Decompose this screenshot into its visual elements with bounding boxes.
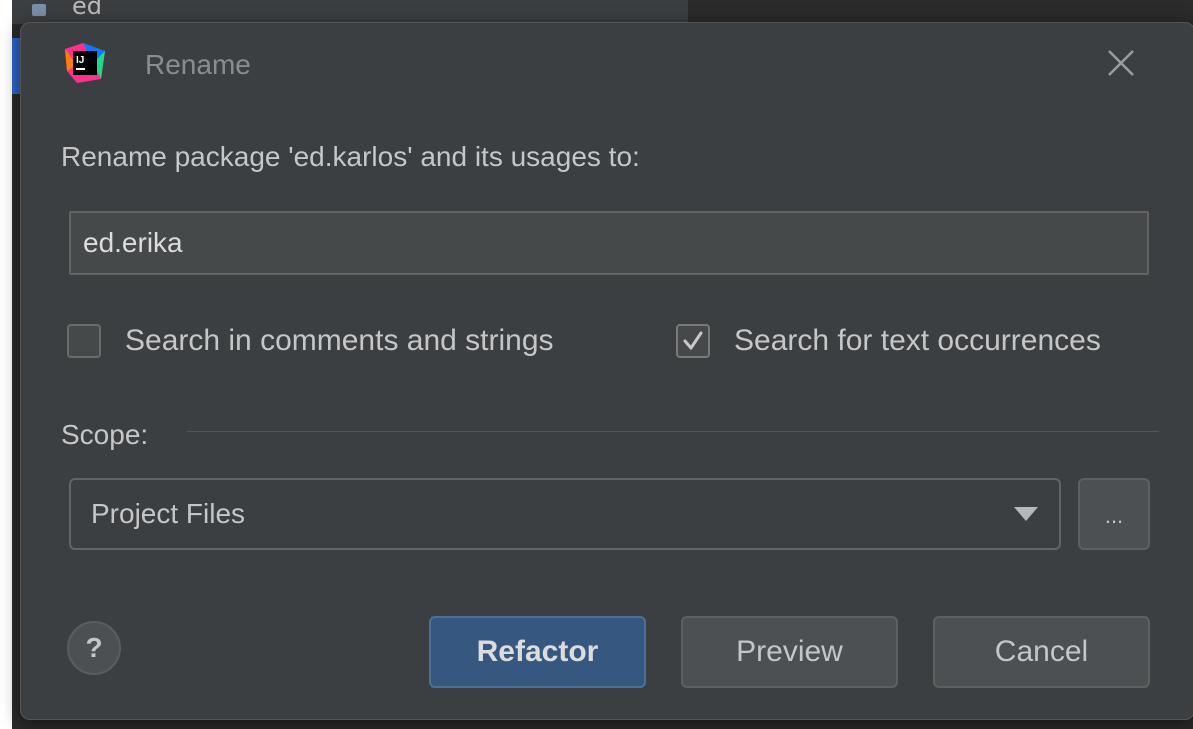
search-comments-checkbox-row[interactable]: Search in comments and strings xyxy=(67,324,554,358)
search-text-occurrences-checkbox-row[interactable]: Search for text occurrences xyxy=(676,324,1101,358)
cancel-button[interactable]: Cancel xyxy=(933,616,1150,688)
refactor-button[interactable]: Refactor xyxy=(429,616,646,688)
new-name-input[interactable] xyxy=(69,211,1149,275)
scope-label: Scope: xyxy=(61,419,149,450)
search-text-occurrences-label: Search for text occurrences xyxy=(734,324,1101,357)
search-text-occurrences-checkbox[interactable] xyxy=(676,324,710,358)
package-folder-icon xyxy=(32,4,46,16)
dialog-title: Rename xyxy=(145,49,251,80)
background-edge xyxy=(0,0,12,729)
help-button[interactable]: ? xyxy=(67,621,121,675)
rename-dialog: IJ Rename Rename package 'ed.karlos' and… xyxy=(20,22,1193,720)
scope-browse-button[interactable]: ... xyxy=(1078,478,1150,550)
background-tree-row: ed xyxy=(12,0,688,24)
search-comments-label: Search in comments and strings xyxy=(125,324,554,357)
scope-dropdown[interactable]: Project Files xyxy=(69,478,1061,550)
checkmark-icon xyxy=(683,331,703,350)
rename-prompt: Rename package 'ed.karlos' and its usage… xyxy=(61,141,640,172)
preview-button[interactable]: Preview xyxy=(681,616,898,688)
intellij-idea-icon: IJ xyxy=(65,43,105,83)
triangle-down-icon xyxy=(1014,507,1038,521)
close-icon[interactable] xyxy=(1101,43,1141,83)
scope-separator xyxy=(187,431,1159,432)
search-comments-checkbox[interactable] xyxy=(67,324,101,358)
background-tree-label: ed xyxy=(72,0,102,20)
svg-text:IJ: IJ xyxy=(76,55,84,66)
scope-selected-value: Project Files xyxy=(91,498,246,529)
